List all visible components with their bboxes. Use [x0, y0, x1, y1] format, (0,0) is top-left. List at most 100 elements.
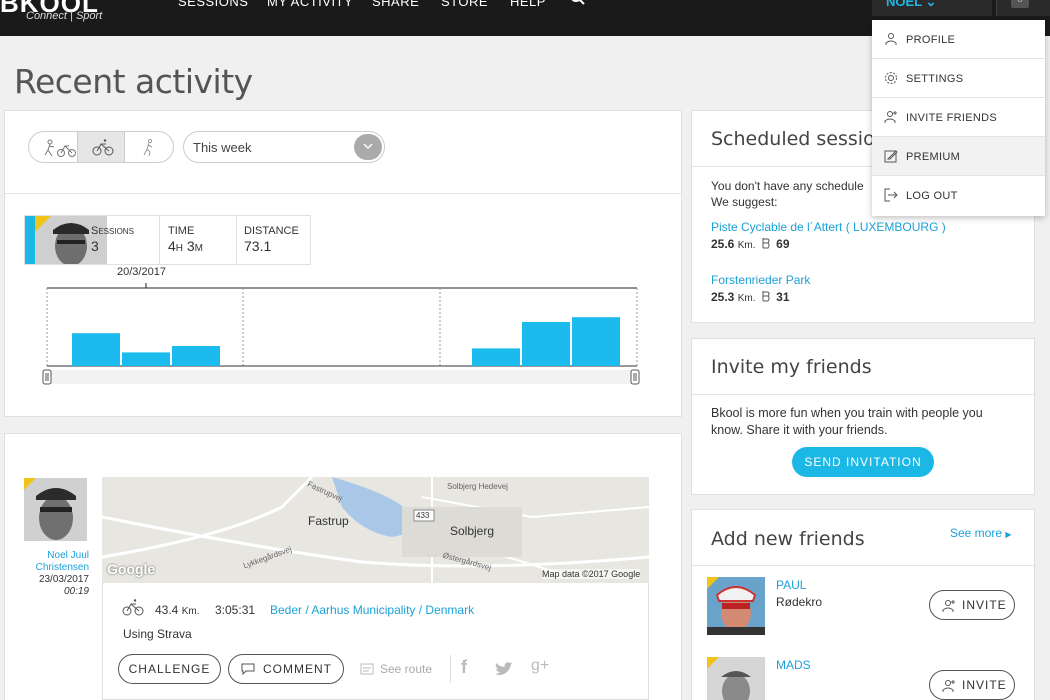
friend-avatar[interactable]: [707, 577, 765, 635]
challenge-button[interactable]: CHALLENGE: [118, 654, 221, 684]
nav-share[interactable]: SHARE: [372, 0, 419, 9]
bike-icon: [122, 599, 144, 616]
google-logo: Google: [107, 561, 156, 577]
chevron-down-icon[interactable]: [354, 134, 382, 160]
suggested-route-climb: 69: [776, 237, 790, 251]
google-plus-icon[interactable]: g+: [531, 657, 549, 675]
add-user-icon: [942, 680, 955, 692]
menu-item-label: LOG OUT: [906, 190, 958, 202]
bike-icon: [92, 139, 114, 156]
climb-icon: [762, 291, 770, 302]
invite-friend-label: INVITE: [962, 598, 1007, 612]
play-icon: ▶: [1005, 530, 1012, 539]
stat-time-label: TIME: [168, 225, 195, 237]
menu-item-label: INVITE FRIENDS: [906, 112, 997, 124]
menu-item-profile[interactable]: PROFILE: [872, 20, 1045, 59]
premium-corner-badge: [24, 478, 36, 490]
nav-sessions[interactable]: SESSIONS: [178, 0, 248, 9]
logout-icon: [884, 188, 898, 202]
suggested-route-link[interactable]: Piste Cyclable de l´Attert ( LUXEMBOURG …: [711, 220, 946, 234]
nav-store[interactable]: STORE: [441, 0, 488, 9]
invite-friend-button[interactable]: INVITE: [929, 590, 1015, 620]
weekly-activity-chart: [42, 283, 640, 385]
page-title: Recent activity: [14, 62, 253, 101]
see-route-link[interactable]: See route: [380, 662, 432, 676]
user-menu-label: NOEL: [886, 0, 922, 9]
menu-item-premium[interactable]: PREMIUM: [872, 137, 1045, 176]
activity-user-avatar[interactable]: [24, 478, 87, 541]
stat-sessions-label: Sessions: [91, 225, 134, 237]
chart-bar[interactable]: [572, 317, 620, 366]
route-map[interactable]: 433 Fastrup Solbjerg Fastrupvej Solbjerg…: [102, 477, 649, 583]
menu-item-settings[interactable]: SETTINGS: [872, 59, 1045, 98]
bkool-logo[interactable]: BKOOL Connect | Sport: [0, 0, 102, 22]
activity-duration: 3:05:31: [215, 603, 256, 617]
add-user-icon: [942, 600, 955, 612]
invite-friends-title: Invite my friends: [711, 356, 872, 378]
map-label-solbjerg: Solbjerg: [450, 524, 495, 538]
chart-date-label: 20/3/2017: [117, 266, 166, 278]
user-menu-button[interactable]: NOEL ⌄: [872, 0, 992, 16]
see-more-label: See more: [950, 526, 1003, 540]
twitter-icon[interactable]: [494, 661, 514, 677]
chart-bar[interactable]: [522, 322, 570, 366]
card-divider: [692, 394, 1034, 395]
friend-avatar[interactable]: [707, 657, 765, 700]
running-icon: [143, 139, 153, 157]
card-divider: [692, 565, 1034, 566]
send-invitation-button[interactable]: SEND INVITATION: [792, 447, 934, 477]
see-more-link[interactable]: See more ▶: [950, 526, 1012, 540]
chart-bar[interactable]: [472, 348, 520, 366]
activity-details: 43.4 Km. 3:05:31 Beder / Aarhus Municipa…: [102, 583, 649, 700]
nav-my-activity[interactable]: MY ACTIVITY: [267, 0, 353, 9]
menu-item-log-out[interactable]: LOG OUT: [872, 176, 1045, 215]
search-icon[interactable]: [570, 0, 586, 10]
activity-user-name[interactable]: Noel Juul Christensen: [24, 550, 89, 574]
friend-name[interactable]: MADS: [776, 658, 811, 672]
sport-color-strip: [25, 216, 35, 264]
chart-bar[interactable]: [122, 352, 170, 366]
invite-friend-button[interactable]: INVITE: [929, 670, 1015, 700]
map-label-route-433: 433: [416, 511, 430, 520]
premium-corner-badge: [707, 657, 719, 669]
activity-time: 00:19: [63, 586, 89, 597]
menu-item-label: SETTINGS: [906, 73, 964, 85]
suggested-route-distance: 25.3: [711, 290, 735, 304]
map-attribution: Map data ©2017 Google: [542, 569, 641, 579]
chart-bar[interactable]: [172, 346, 220, 366]
edit-icon: [884, 150, 898, 163]
stat-distance-value: 73.1: [244, 238, 272, 254]
chart-range-handle-left: [42, 369, 52, 385]
stat-divider: [236, 216, 237, 264]
suggested-route-link[interactable]: Forstenrieder Park: [711, 273, 810, 287]
stat-divider: [159, 216, 160, 264]
activity-date: 23/03/2017: [38, 574, 89, 585]
comment-icon: [241, 663, 255, 675]
menu-item-invite-friends[interactable]: INVITE FRIENDS: [872, 98, 1045, 137]
filter-all-sports[interactable]: [29, 132, 77, 162]
all-sports-icon: [44, 139, 76, 157]
activity-location-link[interactable]: Beder / Aarhus Municipality / Denmark: [270, 603, 474, 617]
suggested-route-climb: 31: [776, 290, 790, 304]
filter-cycling[interactable]: [77, 132, 125, 162]
stat-sessions-value: 3: [91, 238, 99, 254]
activity-user-info: Noel Juul Christensen 23/03/2017 00:19: [24, 550, 89, 598]
friend-name[interactable]: PAUL: [776, 578, 806, 592]
stat-time: TIME 4h 3m: [168, 224, 203, 254]
sport-filter: [28, 131, 174, 163]
activity-distance: 43.4 Km.: [155, 603, 199, 617]
comment-button[interactable]: COMMENT: [228, 654, 344, 684]
premium-corner-badge: [35, 216, 51, 232]
suggested-route-unit: Km.: [737, 240, 756, 251]
filter-running[interactable]: [125, 132, 173, 162]
menu-item-label: PROFILE: [906, 34, 956, 46]
card-divider: [5, 193, 681, 194]
nav-help[interactable]: HELP: [510, 0, 546, 9]
notifications-button[interactable]: 0: [996, 0, 1050, 16]
period-select[interactable]: This week: [183, 131, 385, 163]
facebook-icon[interactable]: f: [461, 657, 467, 678]
chart-bar[interactable]: [72, 333, 120, 366]
invite-friend-label: INVITE: [962, 678, 1007, 692]
period-select-value: This week: [193, 140, 252, 155]
activity-distance-value: 43.4: [155, 603, 179, 617]
